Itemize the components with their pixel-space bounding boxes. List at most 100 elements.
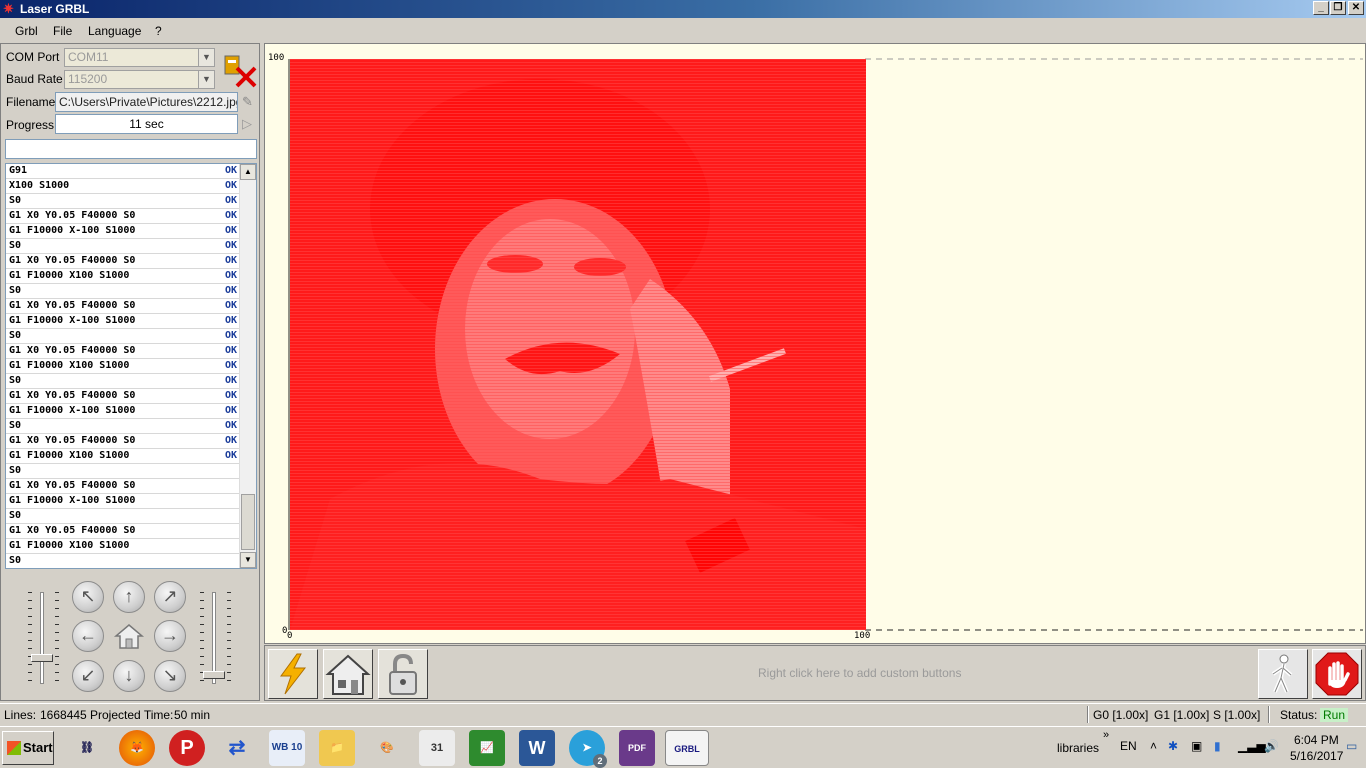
volume-icon[interactable]: 🔊	[1264, 739, 1279, 753]
wb10-app-icon[interactable]: WB 10	[269, 730, 305, 766]
minimize-button[interactable]: _	[1313, 1, 1329, 15]
stop-button[interactable]	[1312, 649, 1362, 699]
show-hidden-icons[interactable]: ˄	[1150, 739, 1157, 753]
lines-value: 1668445	[40, 708, 87, 722]
word-app-icon[interactable]: W	[519, 730, 555, 766]
gcode-line[interactable]: G1 X0 Y0.05 F40000 S0 OK	[6, 389, 239, 404]
speed-slider[interactable]	[40, 592, 44, 684]
baud-rate-select[interactable]: 115200 ▼	[64, 70, 215, 89]
gcode-line[interactable]: S0 OK	[6, 329, 239, 344]
start-button[interactable]: Start	[2, 731, 54, 765]
gcode-line[interactable]: S0	[6, 464, 239, 479]
gcode-line[interactable]: X100 S1000 OK	[6, 179, 239, 194]
jog-down-button[interactable]: ↓	[113, 660, 145, 692]
gcode-line[interactable]: G91 OK	[6, 164, 239, 179]
gcode-line[interactable]: G1 X0 Y0.05 F40000 S0	[6, 524, 239, 539]
reset-button[interactable]	[268, 649, 318, 699]
jog-up-button[interactable]: ↑	[113, 581, 145, 613]
gcode-line[interactable]: G1 X0 Y0.05 F40000 S0 OK	[6, 209, 239, 224]
log-scrollbar[interactable]: ▲ ▼	[239, 164, 256, 568]
jog-right-button[interactable]: →	[154, 620, 186, 652]
p-app-icon[interactable]: P	[169, 730, 205, 766]
toolbar-chevron-icon[interactable]: »	[1103, 729, 1109, 741]
gcode-line[interactable]: S0 OK	[6, 419, 239, 434]
pdf-app-icon[interactable]: PDF	[619, 730, 655, 766]
gcode-command: S0	[9, 555, 22, 566]
explorer-app-icon[interactable]: 📁	[319, 730, 355, 766]
device-icon[interactable]: ▣	[1191, 739, 1202, 753]
scroll-thumb[interactable]	[241, 494, 255, 550]
signal-icon[interactable]: ▁▃▅	[1238, 739, 1266, 753]
clock-time[interactable]: 6:04 PM	[1294, 733, 1339, 747]
disconnect-button[interactable]	[222, 52, 258, 88]
menu-grbl[interactable]: Grbl	[15, 24, 38, 38]
jog-up-right-button[interactable]: ↗	[154, 581, 186, 613]
preview-canvas[interactable]: 100 0 0 100	[264, 43, 1366, 644]
jog-down-right-button[interactable]: ↘	[154, 660, 186, 692]
gcode-line[interactable]: S0 OK	[6, 194, 239, 209]
jog-up-left-button[interactable]: ↖	[72, 581, 104, 613]
gcode-line[interactable]: S0	[6, 554, 239, 568]
jog-down-left-button[interactable]: ↙	[72, 660, 104, 692]
scroll-up-icon[interactable]: ▲	[240, 164, 256, 180]
s-override[interactable]: S [1.00x]	[1213, 708, 1260, 722]
menu-file[interactable]: File	[53, 24, 72, 38]
telegram-app-icon[interactable]: ➤ 2	[569, 730, 607, 768]
scroll-down-icon[interactable]: ▼	[240, 552, 256, 568]
libraries-toolbar[interactable]: libraries	[1057, 741, 1099, 755]
menu-language[interactable]: Language	[88, 24, 141, 38]
gcode-line[interactable]: S0	[6, 509, 239, 524]
chart-app-icon[interactable]: 📈	[469, 730, 505, 766]
grbl-app-icon[interactable]: GRBL	[665, 730, 709, 766]
com-port-select[interactable]: COM11 ▼	[64, 48, 215, 67]
gcode-line[interactable]: S0 OK	[6, 284, 239, 299]
gcode-line[interactable]: G1 F10000 X100 S1000 OK	[6, 359, 239, 374]
gcode-line[interactable]: G1 F10000 X-100 S1000 OK	[6, 404, 239, 419]
g0-override[interactable]: G0 [1.00x]	[1093, 708, 1148, 722]
network-app-icon[interactable]: ⛓	[69, 730, 105, 766]
feed-hold-button[interactable]	[1258, 649, 1308, 699]
lightning-icon	[280, 653, 307, 695]
bluetooth-icon[interactable]: ✱	[1168, 739, 1178, 753]
command-input[interactable]	[5, 139, 257, 159]
gcode-line[interactable]: G1 F10000 X100 S1000 OK	[6, 449, 239, 464]
gcode-log[interactable]: G91 OK X100 S1000 OK S0 OK G1 X0 Y0.05 F40000 …	[5, 163, 257, 569]
language-indicator[interactable]: EN	[1120, 739, 1137, 753]
gcode-line[interactable]: G1 X0 Y0.05 F40000 S0 OK	[6, 344, 239, 359]
homing-button[interactable]	[323, 649, 373, 699]
gcode-line[interactable]: G1 F10000 X100 S1000	[6, 539, 239, 554]
jog-left-button[interactable]: ←	[72, 620, 104, 652]
jog-home-button[interactable]	[113, 620, 145, 652]
step-slider-thumb[interactable]	[203, 671, 225, 679]
gcode-line[interactable]: G1 X0 Y0.05 F40000 S0 OK	[6, 254, 239, 269]
gcode-line[interactable]: G1 F10000 X100 S1000 OK	[6, 269, 239, 284]
open-file-icon[interactable]: ✎	[242, 94, 253, 110]
clock-date[interactable]: 5/16/2017	[1290, 749, 1343, 763]
gcode-line[interactable]: S0 OK	[6, 374, 239, 389]
close-button[interactable]: ✕	[1348, 1, 1364, 15]
gcode-line[interactable]: G1 X0 Y0.05 F40000 S0	[6, 479, 239, 494]
unlock-button[interactable]	[378, 649, 428, 699]
maximize-button[interactable]: ❐	[1330, 1, 1346, 15]
gcode-line[interactable]: G1 X0 Y0.05 F40000 S0 OK	[6, 434, 239, 449]
calendar-app-icon[interactable]: 31	[419, 730, 455, 766]
gcode-line[interactable]: G1 F10000 X-100 S1000 OK	[6, 224, 239, 239]
gcode-command: S0	[9, 375, 22, 386]
filename-field[interactable]: C:\Users\Private\Pictures\2212.jpg	[55, 92, 238, 112]
battery-icon[interactable]: ▮	[1214, 739, 1221, 753]
g1-override[interactable]: G1 [1.00x]	[1154, 708, 1209, 722]
speed-slider-thumb[interactable]	[31, 654, 53, 662]
gcode-line[interactable]: S0 OK	[6, 239, 239, 254]
gcode-line[interactable]: G1 F10000 X-100 S1000 OK	[6, 314, 239, 329]
custom-button-bar[interactable]: Right click here to add custom buttons	[264, 645, 1366, 701]
run-file-icon[interactable]: ▷	[242, 116, 252, 132]
progress-label: Progress	[6, 118, 55, 132]
gcode-command: G1 X0 Y0.05 F40000 S0	[9, 255, 136, 266]
show-desktop-icon[interactable]: ▭	[1346, 739, 1357, 753]
sync-app-icon[interactable]: ⇄	[219, 730, 255, 766]
menu-help[interactable]: ?	[155, 24, 162, 38]
gcode-line[interactable]: G1 X0 Y0.05 F40000 S0 OK	[6, 299, 239, 314]
gcode-line[interactable]: G1 F10000 X-100 S1000	[6, 494, 239, 509]
firefox-app-icon[interactable]: 🦊	[119, 730, 155, 766]
paint-app-icon[interactable]: 🎨	[369, 730, 405, 766]
